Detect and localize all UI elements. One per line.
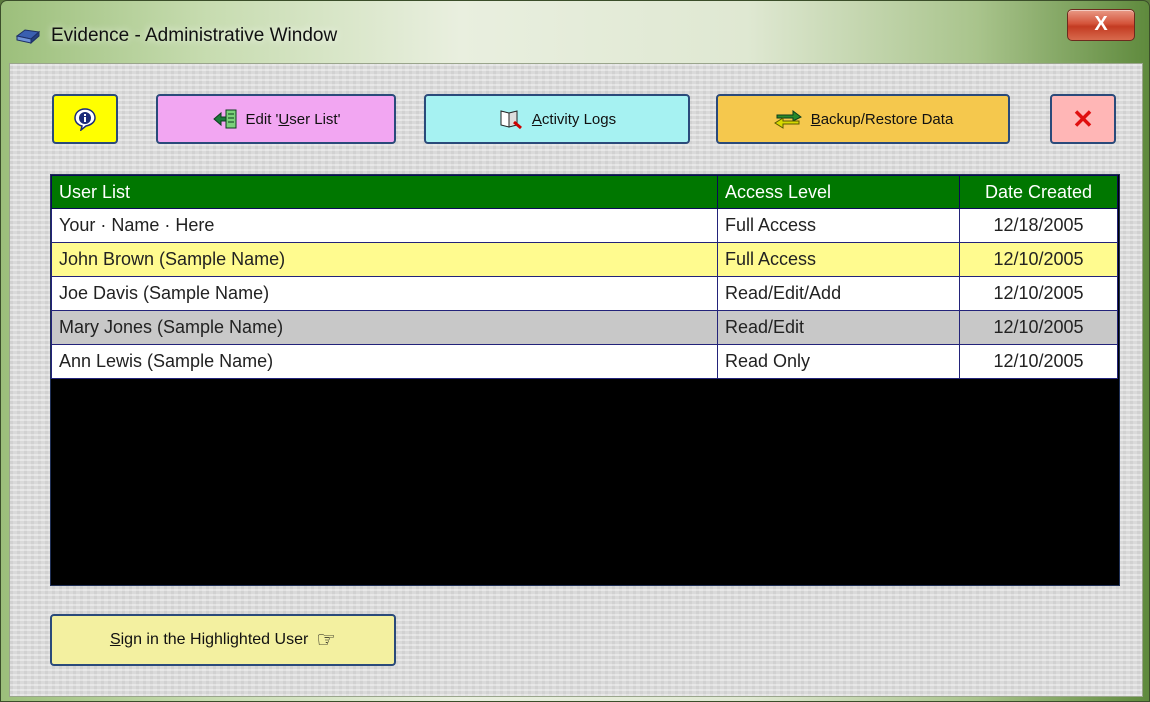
- access-level-cell[interactable]: Full Access: [717, 208, 960, 243]
- user-list-grid[interactable]: User List Access Level Date Created Your…: [50, 174, 1120, 586]
- table-row[interactable]: Your · Name · Here Full Access 12/18/200…: [51, 208, 1118, 243]
- edit-user-list-label: Edit 'User List': [245, 110, 341, 128]
- window-close-button[interactable]: X: [1067, 9, 1135, 41]
- info-icon: [74, 108, 96, 131]
- backup-restore-label: Backup/Restore Data: [810, 110, 954, 128]
- sign-in-highlighted-user-button[interactable]: Sign in the Highlighted User ☞: [50, 614, 396, 666]
- user-name-cell[interactable]: Joe Davis (Sample Name): [51, 276, 718, 311]
- close-icon: ✕: [1072, 103, 1094, 134]
- close-icon: X: [1094, 13, 1108, 35]
- date-created-cell[interactable]: 12/10/2005: [959, 344, 1118, 379]
- user-name-cell[interactable]: Your · Name · Here: [51, 208, 718, 243]
- close-button[interactable]: ✕: [1050, 94, 1116, 144]
- access-level-cell[interactable]: Read/Edit/Add: [717, 276, 960, 311]
- user-table: User List Access Level Date Created Your…: [51, 175, 1118, 379]
- table-row[interactable]: Mary Jones (Sample Name) Read/Edit 12/10…: [51, 310, 1118, 345]
- admin-window: Evidence - Administrative Window X ~ Edi…: [0, 0, 1150, 702]
- window-title: Evidence - Administrative Window: [51, 25, 338, 46]
- transfer-arrows-icon: [773, 110, 802, 129]
- date-created-cell[interactable]: 12/18/2005: [959, 208, 1118, 243]
- table-row[interactable]: Ann Lewis (Sample Name) Read Only 12/10/…: [51, 344, 1118, 379]
- edit-list-icon: [212, 109, 237, 129]
- title-bar[interactable]: Evidence - Administrative Window X: [1, 1, 1149, 63]
- user-name-cell[interactable]: Ann Lewis (Sample Name): [51, 344, 718, 379]
- user-name-cell[interactable]: John Brown (Sample Name): [51, 242, 718, 277]
- user-name-cell[interactable]: Mary Jones (Sample Name): [51, 310, 718, 345]
- column-header-date-created[interactable]: Date Created: [959, 175, 1118, 209]
- client-area: ~ Edit 'User List': [9, 63, 1143, 697]
- app-icon: [15, 29, 41, 45]
- sign-in-label: Sign in the Highlighted User: [109, 631, 309, 648]
- table-row[interactable]: Joe Davis (Sample Name) Read/Edit/Add 12…: [51, 276, 1118, 311]
- info-button[interactable]: [52, 94, 118, 144]
- book-search-icon: [500, 110, 522, 130]
- backup-restore-button[interactable]: Backup/Restore Data: [716, 94, 1010, 144]
- access-level-cell[interactable]: Read Only: [717, 344, 960, 379]
- table-header-row: User List Access Level Date Created: [51, 175, 1118, 209]
- date-created-cell[interactable]: 12/10/2005: [959, 242, 1118, 277]
- date-created-cell[interactable]: 12/10/2005: [959, 276, 1118, 311]
- access-level-cell[interactable]: Read/Edit: [717, 310, 960, 345]
- table-row[interactable]: John Brown (Sample Name) Full Access 12/…: [51, 242, 1118, 277]
- pointing-hand-icon: ☞: [316, 627, 337, 652]
- activity-logs-button[interactable]: Activity Logs: [424, 94, 690, 144]
- date-created-cell[interactable]: 12/10/2005: [959, 310, 1118, 345]
- edit-user-list-button[interactable]: Edit 'User List': [156, 94, 396, 144]
- activity-logs-label: Activity Logs: [531, 110, 617, 128]
- access-level-cell[interactable]: Full Access: [717, 242, 960, 277]
- column-header-access-level[interactable]: Access Level: [717, 175, 960, 209]
- column-header-user-list[interactable]: User List: [51, 175, 718, 209]
